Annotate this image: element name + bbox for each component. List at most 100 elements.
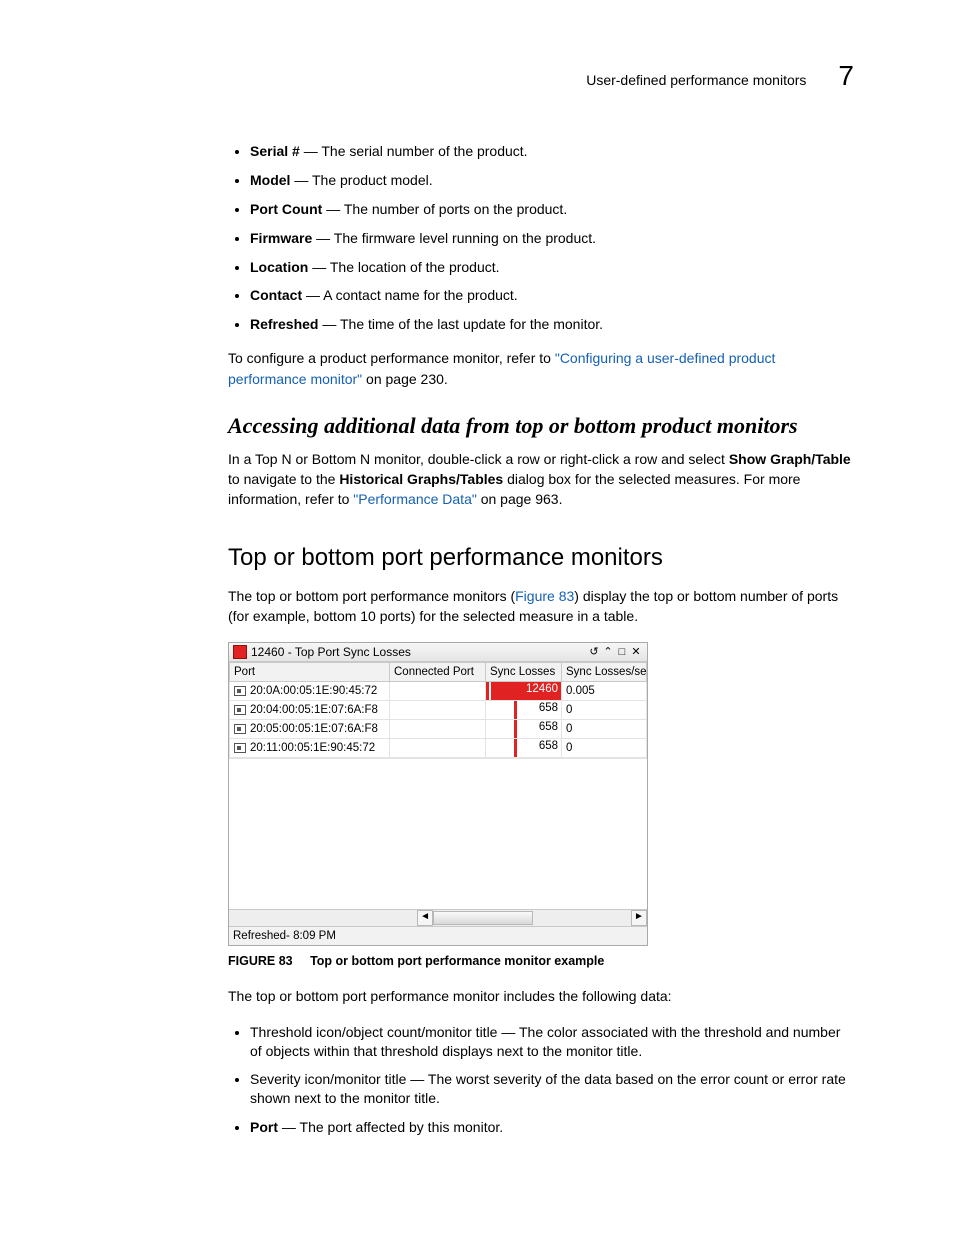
port-text: 20:04:00:05:1E:07:6A:F8 <box>250 704 378 716</box>
scroll-track <box>229 910 417 926</box>
table-row[interactable]: 20:04:00:05:1E:07:6A:F8 6580 <box>230 701 647 720</box>
table-row[interactable]: 20:0A:00:05:1E:90:45:72124600.005 <box>230 682 647 701</box>
definition-desc: — The serial number of the product. <box>300 143 528 159</box>
figure-container: 12460 - Top Port Sync Losses ↺ ⌃ □ ✕ <box>228 642 854 946</box>
cell-connected-port <box>390 701 486 720</box>
cell-port: 20:04:00:05:1E:07:6A:F8 <box>230 701 390 720</box>
cell-sync-losses: 658 <box>486 720 562 739</box>
definition-list-bottom: Threshold icon/object count/monitor titl… <box>228 1023 854 1137</box>
caption-text: Top or bottom port performance monitor e… <box>310 954 604 968</box>
close-icon[interactable]: ✕ <box>629 645 643 659</box>
horizontal-scrollbar[interactable]: ◄ ► <box>229 909 647 926</box>
cell-sync-losses: 658 <box>486 739 562 758</box>
col-port[interactable]: Port <box>230 663 390 682</box>
maximize-icon[interactable]: □ <box>615 645 629 659</box>
refresh-icon[interactable]: ↺ <box>587 645 601 659</box>
definition-list-top: Serial # — The serial number of the prod… <box>228 142 854 334</box>
port-icon <box>234 743 246 753</box>
definition-term: Refreshed <box>250 316 318 332</box>
scroll-thumb[interactable] <box>433 911 533 925</box>
text: on page 230. <box>362 371 448 387</box>
definition-term: Port Count <box>250 201 322 217</box>
definition-item: Model — The product model. <box>250 171 854 190</box>
definition-item: Refreshed — The time of the last update … <box>250 315 854 334</box>
cell-port: 20:11:00:05:1E:90:45:72 <box>230 739 390 758</box>
definition-item: Serial # — The serial number of the prod… <box>250 142 854 161</box>
table-row[interactable]: 20:05:00:05:1E:07:6A:F8 6580 <box>230 720 647 739</box>
definition-desc: — The port affected by this monitor. <box>278 1119 503 1135</box>
definition-item: Firmware — The firmware level running on… <box>250 229 854 248</box>
includes-paragraph: The top or bottom port performance monit… <box>228 986 854 1006</box>
cell-port: 20:05:00:05:1E:07:6A:F8 <box>230 720 390 739</box>
scroll-right-icon[interactable]: ► <box>631 910 647 926</box>
link-performance-data[interactable]: "Performance Data" <box>353 491 477 507</box>
cell-connected-port <box>390 720 486 739</box>
collapse-icon[interactable]: ⌃ <box>601 645 615 659</box>
content-area: Serial # — The serial number of the prod… <box>228 142 854 1137</box>
scroll-left-icon[interactable]: ◄ <box>417 910 433 926</box>
definition-term: Model <box>250 172 290 188</box>
col-connected-port[interactable]: Connected Port <box>390 663 486 682</box>
definition-term: Serial # <box>250 143 300 159</box>
definition-item: Severity icon/monitor title — The worst … <box>250 1070 854 1108</box>
bold-show-graph: Show Graph/Table <box>729 451 851 467</box>
text: In a Top N or Bottom N monitor, double-c… <box>228 451 729 467</box>
monitor-titlebar: 12460 - Top Port Sync Losses ↺ ⌃ □ ✕ <box>229 643 647 662</box>
running-header: User-defined performance monitors 7 <box>100 60 854 92</box>
col-sync-losses[interactable]: Sync Losses <box>486 663 562 682</box>
definition-item: Location — The location of the product. <box>250 258 854 277</box>
definition-item: Contact — A contact name for the product… <box>250 286 854 305</box>
scroll-track <box>533 910 631 926</box>
cell-port: 20:0A:00:05:1E:90:45:72 <box>230 682 390 701</box>
table-empty-area <box>229 758 647 909</box>
threshold-color-icon <box>233 645 247 659</box>
cell-connected-port <box>390 739 486 758</box>
cell-sync-rate: 0 <box>562 701 647 720</box>
table-row[interactable]: 20:11:00:05:1E:90:45:72 6580 <box>230 739 647 758</box>
cell-connected-port <box>390 682 486 701</box>
port-icon <box>234 686 246 696</box>
definition-item: Threshold icon/object count/monitor titl… <box>250 1023 854 1061</box>
caption-label: FIGURE 83 <box>228 954 293 968</box>
cell-sync-losses: 658 <box>486 701 562 720</box>
definition-desc: — The firmware level running on the prod… <box>312 230 596 246</box>
text: to navigate to the <box>228 471 339 487</box>
figure-caption: FIGURE 83 Top or bottom port performance… <box>228 954 854 968</box>
titlebar-controls: ↺ ⌃ □ ✕ <box>587 645 643 659</box>
definition-desc: — The product model. <box>290 172 432 188</box>
monitor-status-footer: Refreshed- 8:09 PM <box>229 926 647 945</box>
definition-item: Port Count — The number of ports on the … <box>250 200 854 219</box>
cell-sync-rate: 0 <box>562 739 647 758</box>
bold-historical: Historical Graphs/Tables <box>339 471 503 487</box>
definition-item: Port — The port affected by this monitor… <box>250 1118 854 1137</box>
port-text: 20:11:00:05:1E:90:45:72 <box>250 742 375 754</box>
port-text: 20:0A:00:05:1E:90:45:72 <box>250 685 377 697</box>
text: The top or bottom port performance monit… <box>228 588 515 604</box>
monitor-panel: 12460 - Top Port Sync Losses ↺ ⌃ □ ✕ <box>228 642 648 946</box>
subsection-heading: Accessing additional data from top or bo… <box>228 413 854 439</box>
text: To configure a product performance monit… <box>228 350 555 366</box>
header-title: User-defined performance monitors <box>586 72 806 88</box>
definition-term: Contact <box>250 287 302 303</box>
monitor-title: 12460 - Top Port Sync Losses <box>251 645 411 659</box>
col-sync-losses-sec[interactable]: Sync Losses/sec <box>562 663 647 682</box>
definition-term: Port <box>250 1119 278 1135</box>
text: on page 963. <box>477 491 563 507</box>
definition-desc: — The time of the last update for the mo… <box>318 316 603 332</box>
cell-sync-rate: 0 <box>562 720 647 739</box>
accessing-paragraph: In a Top N or Bottom N monitor, double-c… <box>228 449 854 510</box>
definition-term: Location <box>250 259 308 275</box>
port-text: 20:05:00:05:1E:07:6A:F8 <box>250 723 378 735</box>
configure-paragraph: To configure a product performance monit… <box>228 348 854 389</box>
port-icon <box>234 705 246 715</box>
definition-desc: — The number of ports on the product. <box>322 201 567 217</box>
titlebar-left: 12460 - Top Port Sync Losses <box>233 645 411 659</box>
link-figure-83[interactable]: Figure 83 <box>515 588 574 604</box>
intro-paragraph: The top or bottom port performance monit… <box>228 586 854 627</box>
section-heading: Top or bottom port performance monitors <box>228 544 854 572</box>
definition-desc: — A contact name for the product. <box>302 287 518 303</box>
cell-sync-losses: 12460 <box>486 682 562 701</box>
definition-desc: — The location of the product. <box>308 259 499 275</box>
monitor-table: Port Connected Port Sync Losses Sync Los… <box>229 662 647 758</box>
port-icon <box>234 724 246 734</box>
